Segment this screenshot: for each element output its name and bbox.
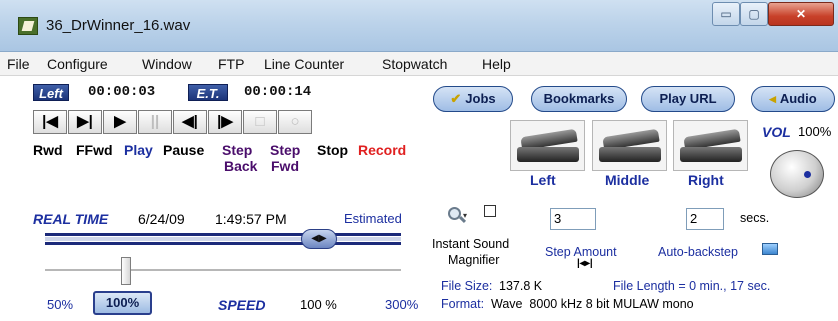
speed-max-label: 300%	[385, 297, 419, 312]
step-back-label-1: Step	[222, 142, 253, 158]
volume-label: VOL	[762, 124, 791, 140]
auto-backstep-label: Auto-backstep	[658, 245, 738, 259]
close-button[interactable]: ✕	[768, 2, 834, 26]
left-timer-badge: Left	[33, 84, 69, 101]
menu-help[interactable]: Help	[482, 56, 511, 72]
step-forward-button[interactable]: |▶	[208, 110, 242, 134]
step-back-label-2: Back	[224, 158, 258, 174]
middle-pedal-label: Middle	[605, 172, 650, 188]
auto-backstep-input[interactable]: 2	[686, 208, 724, 230]
rewind-button[interactable]: |◀	[33, 110, 67, 134]
title-bar: 36_DrWinner_16.wav ▭ ▢ ✕	[0, 0, 838, 52]
menu-bar: File Configure Window FTP Line Counter S…	[0, 52, 838, 76]
checkmark-icon: ✔	[450, 91, 462, 106]
middle-pedal[interactable]	[592, 120, 667, 171]
left-timer-value: 00:00:03	[88, 84, 156, 100]
menu-stopwatch[interactable]: Stopwatch	[382, 56, 447, 72]
audio-icon: ◂	[769, 91, 776, 106]
menu-line-counter[interactable]: Line Counter	[264, 56, 344, 72]
position-thumb[interactable]: ◀▶	[301, 229, 337, 249]
format-label: Format:	[441, 297, 485, 311]
resize-arrows-icon: |◂▸|	[577, 258, 593, 269]
volume-knob[interactable]	[770, 150, 824, 198]
auto-backstep-icon[interactable]	[762, 243, 778, 255]
bookmarks-button[interactable]: Bookmarks	[531, 86, 627, 112]
secs-label: secs.	[740, 211, 770, 225]
speed-value: 100 %	[300, 297, 337, 312]
realtime-date: 6/24/09	[138, 211, 185, 227]
rwd-label: Rwd	[33, 142, 63, 158]
menu-file[interactable]: File	[7, 56, 30, 72]
magnifier-label-line2: Magnifier	[448, 253, 500, 267]
audio-label: Audio	[779, 91, 817, 106]
position-bar[interactable]: ◀▶	[45, 229, 401, 249]
step-back-button[interactable]: ◀|	[173, 110, 207, 134]
estimated-label: Estimated	[344, 211, 402, 226]
step-amount-label: Step Amount	[545, 245, 617, 259]
speed-slider-thumb[interactable]	[121, 257, 131, 285]
speed-slider-track[interactable]	[45, 269, 401, 272]
pause-button[interactable]: ||	[138, 110, 172, 134]
play-url-button[interactable]: Play URL	[641, 86, 735, 112]
record-button[interactable]: ○	[278, 110, 312, 134]
step-fwd-label-2: Fwd	[271, 158, 299, 174]
magnifier-label-line1: Instant Sound	[432, 237, 510, 251]
realtime-label: REAL TIME	[33, 211, 109, 227]
fast-forward-button[interactable]: ▶|	[68, 110, 102, 134]
format-value: Wave 8000 kHz 8 bit MULAW mono	[491, 297, 694, 311]
file-size-label: File Size:	[441, 279, 493, 293]
stop-button[interactable]: □	[243, 110, 277, 134]
step-amount-input[interactable]: 3	[550, 208, 596, 230]
pause-label: Pause	[163, 142, 205, 158]
file-size-value: 137.8 K	[499, 279, 543, 293]
volume-value: 100%	[798, 124, 832, 139]
realtime-time: 1:49:57 PM	[215, 211, 287, 227]
play-button[interactable]: ▶	[103, 110, 137, 134]
left-pedal-label: Left	[530, 172, 556, 188]
speed-reset-button[interactable]: 100%	[93, 291, 152, 315]
speed-label: SPEED	[218, 297, 266, 313]
window-title: 36_DrWinner_16.wav	[46, 17, 191, 34]
step-fwd-label-1: Step	[270, 142, 301, 158]
play-label: Play	[124, 142, 153, 158]
speed-min-label: 50%	[47, 297, 74, 312]
ffwd-label: FFwd	[76, 142, 113, 158]
minimize-button[interactable]: ▭	[712, 2, 740, 26]
file-length-label: File Length = 0 min., 17 sec.	[613, 279, 771, 293]
left-pedal[interactable]	[510, 120, 585, 171]
magnifier-checkbox[interactable]	[484, 205, 496, 217]
app-icon	[18, 17, 38, 35]
record-label: Record	[358, 142, 407, 158]
elapsed-time-value: 00:00:14	[244, 84, 312, 100]
audio-button[interactable]: ◂ Audio	[751, 86, 835, 112]
menu-window[interactable]: Window	[142, 56, 192, 72]
elapsed-time-badge: E.T.	[188, 84, 228, 101]
menu-ftp[interactable]: FTP	[218, 56, 244, 72]
magnifier-icon[interactable]: ▾	[448, 207, 470, 225]
jobs-label: Jobs	[465, 91, 496, 106]
menu-configure[interactable]: Configure	[47, 56, 108, 72]
right-pedal-label: Right	[688, 172, 724, 188]
maximize-button[interactable]: ▢	[740, 2, 768, 26]
right-pedal[interactable]	[673, 120, 748, 171]
jobs-button[interactable]: ✔ Jobs	[433, 86, 513, 112]
stop-label: Stop	[317, 142, 349, 158]
